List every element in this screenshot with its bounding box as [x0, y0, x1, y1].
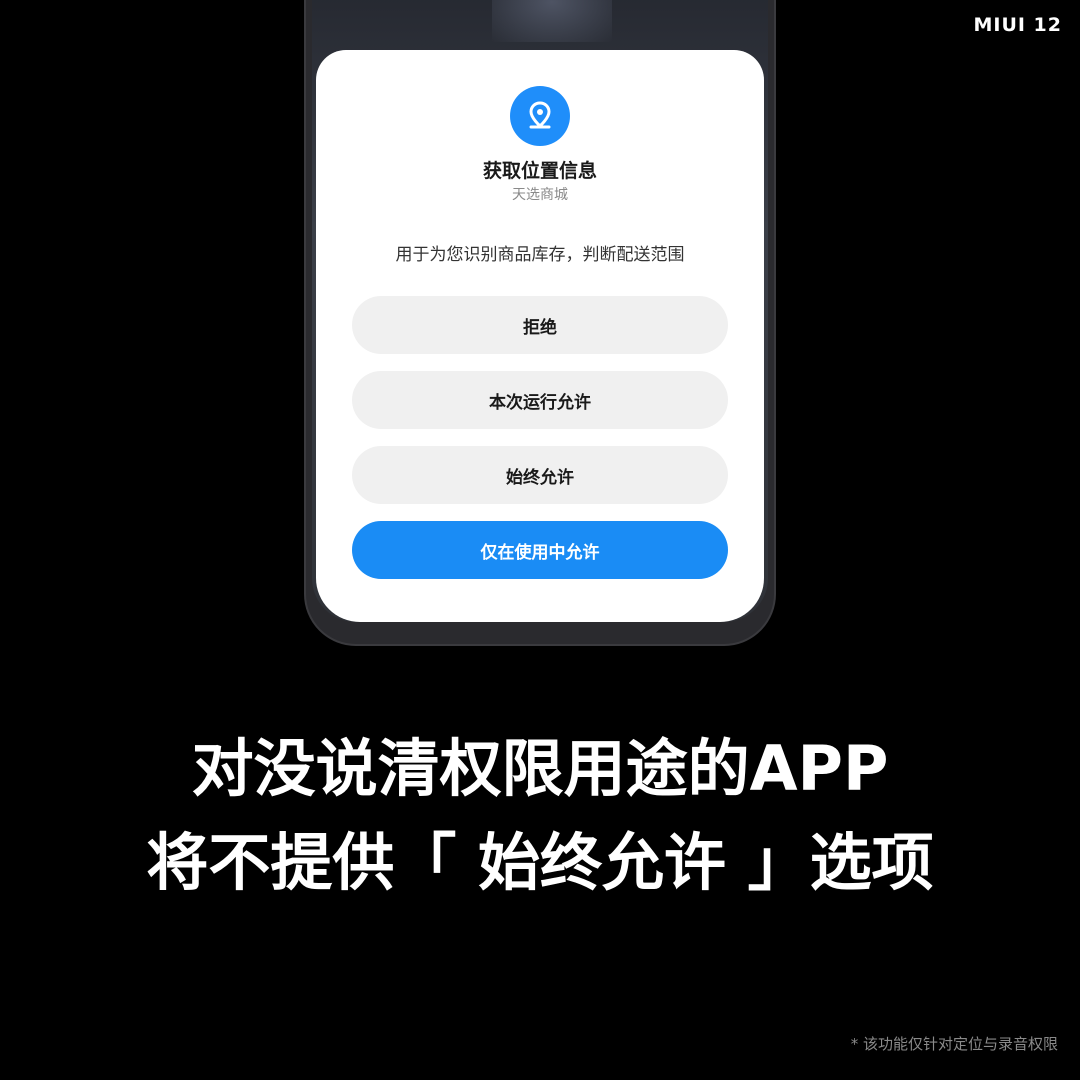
headline-line-2: 将不提供「 始终允许 」选项 — [146, 826, 934, 899]
deny-button[interactable]: 拒绝 — [352, 296, 728, 354]
location-pin-icon — [510, 86, 570, 146]
brand-logo: MIUI 12 — [973, 14, 1062, 36]
allow-while-in-use-button[interactable]: 仅在使用中允许 — [352, 521, 728, 579]
permission-description: 用于为您识别商品库存，判断配送范围 — [395, 245, 685, 265]
allow-this-run-button[interactable]: 本次运行允许 — [352, 371, 728, 429]
headline-line-1: 对没说清权限用途的APP — [191, 732, 889, 805]
footnote: * 该功能仅针对定位与录音权限 — [850, 1035, 1058, 1053]
phone-frame: 获取位置信息 天选商城 用于为您识别商品库存，判断配送范围 拒绝 本次运行允许 … — [304, 0, 776, 646]
always-allow-button[interactable]: 始终允许 — [352, 446, 728, 504]
app-name: 天选商城 — [512, 187, 568, 203]
permission-dialog: 获取位置信息 天选商城 用于为您识别商品库存，判断配送范围 拒绝 本次运行允许 … — [316, 50, 764, 622]
screen-glow — [492, 0, 612, 42]
dialog-title: 获取位置信息 — [482, 160, 597, 182]
phone-screen: 获取位置信息 天选商城 用于为您识别商品库存，判断配送范围 拒绝 本次运行允许 … — [312, 0, 768, 622]
